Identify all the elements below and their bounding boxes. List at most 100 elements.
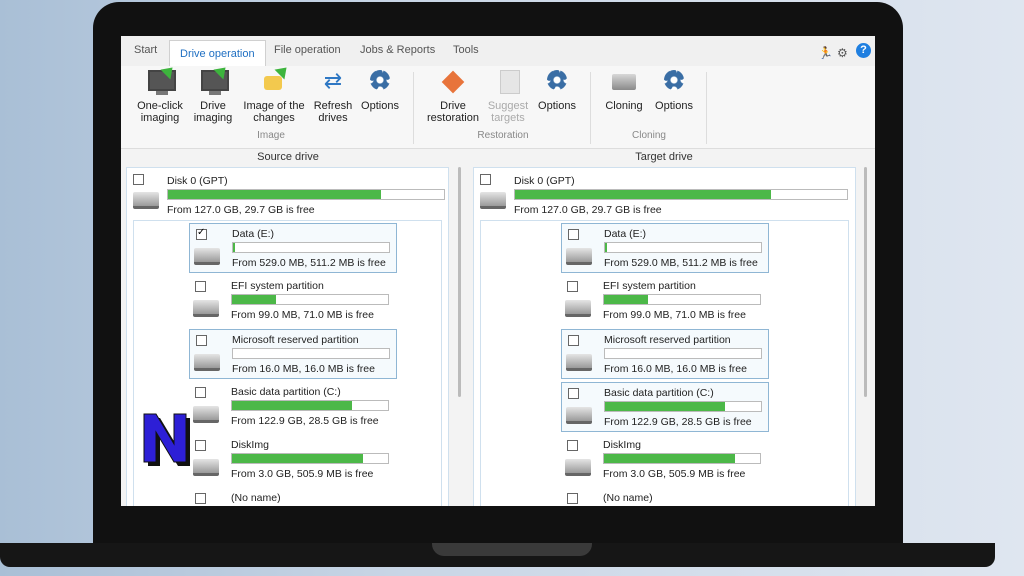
partition-item[interactable]: (No name): [561, 488, 767, 506]
clone-drive-icon: [610, 68, 638, 94]
partition-drive-icon: [193, 406, 219, 423]
gear-icon: [366, 68, 394, 94]
gear-icon: [543, 68, 571, 94]
disk-checkbox[interactable]: [480, 174, 491, 185]
partition-name: Microsoft reserved partition: [604, 334, 731, 346]
suggest-targets-button[interactable]: Suggest targets: [480, 68, 536, 124]
tab-drive-operation[interactable]: Drive operation: [169, 40, 266, 67]
partition-name: Basic data partition (C:): [231, 386, 341, 398]
partition-checkbox[interactable]: [568, 388, 579, 399]
restoration-options-button[interactable]: Options: [529, 68, 585, 112]
divider: [590, 72, 591, 144]
bar-fill: [232, 401, 353, 410]
partition-checkbox[interactable]: [568, 335, 579, 346]
partition-item[interactable]: Microsoft reserved partition From 16.0 MB…: [189, 329, 397, 379]
document-icon: [494, 68, 522, 94]
disk-checkbox[interactable]: [133, 174, 144, 185]
partition-item[interactable]: Basic data partition (C:) From 122.9 GB, …: [561, 382, 769, 432]
tab-tools[interactable]: Tools: [453, 44, 479, 56]
image-options-button[interactable]: Options: [352, 68, 408, 112]
partition-usage-bar: [231, 453, 389, 464]
partition-drive-icon: [565, 300, 591, 317]
disk-name: Disk 0 (GPT): [514, 175, 575, 187]
tab-jobs-reports[interactable]: Jobs & Reports: [360, 44, 435, 56]
disk-usage-bar: [167, 189, 445, 200]
partition-checkbox[interactable]: [568, 229, 579, 240]
partition-checkbox[interactable]: [196, 227, 207, 240]
runner-icon[interactable]: 🏃: [818, 46, 833, 60]
disk-info: From 127.0 GB, 29.7 GB is free: [514, 204, 662, 216]
ribbon: One-click imaging Drive imaging Image of…: [121, 62, 875, 149]
bar-fill: [515, 190, 771, 199]
partition-info: From 16.0 MB, 16.0 MB is free: [232, 363, 375, 375]
target-drive-pane[interactable]: Disk 0 (GPT) From 127.0 GB, 29.7 GB is fr…: [473, 167, 856, 506]
drive-restoration-button[interactable]: Drive restoration: [425, 68, 481, 124]
image-of-changes-button[interactable]: Image of the changes: [241, 62, 307, 124]
tab-start[interactable]: Start: [134, 44, 157, 56]
partition-info: From 529.0 MB, 511.2 MB is free: [232, 257, 386, 269]
partition-usage-bar: [604, 401, 762, 412]
button-label: One-click imaging: [137, 100, 183, 124]
partition-drive-icon: [566, 248, 592, 265]
divider: [706, 72, 707, 144]
partition-usage-bar: [603, 453, 761, 464]
target-scrollbar[interactable]: [864, 167, 867, 397]
drive-imaging-button[interactable]: Drive imaging: [185, 62, 241, 124]
partition-checkbox[interactable]: [567, 440, 578, 451]
partition-item[interactable]: Basic data partition (C:) From 122.9 GB, …: [189, 382, 395, 430]
group-label-cloning: Cloning: [632, 130, 666, 141]
button-label: Refresh drives: [313, 100, 353, 124]
partition-checkbox[interactable]: [567, 281, 578, 292]
partition-name: (No name): [603, 492, 653, 504]
disk-name: Disk 0 (GPT): [167, 175, 228, 187]
bar-fill: [232, 295, 276, 304]
partition-name: EFI system partition: [603, 280, 696, 292]
partition-name: (No name): [231, 492, 281, 504]
n-logo-icon: [143, 413, 190, 466]
partition-usage-bar: [604, 348, 762, 359]
laptop-notch: [432, 543, 592, 556]
partition-checkbox[interactable]: [195, 281, 206, 292]
button-label: Options: [655, 100, 693, 112]
partition-drive-icon: [565, 459, 591, 476]
tab-file-operation[interactable]: File operation: [274, 44, 341, 56]
partition-checkbox[interactable]: [195, 440, 206, 451]
help-icon[interactable]: ?: [856, 43, 871, 58]
partition-checkbox[interactable]: [567, 493, 578, 504]
one-click-imaging-button[interactable]: One-click imaging: [132, 62, 188, 124]
partition-item[interactable]: Microsoft reserved partition From 16.0 MB…: [561, 329, 769, 379]
partition-usage-bar: [603, 294, 761, 305]
partition-name: DiskImg: [231, 439, 269, 451]
partition-info: From 122.9 GB, 28.5 GB is free: [604, 416, 752, 428]
partition-item[interactable]: DiskImg From 3.0 GB, 505.9 MB is free: [561, 435, 767, 483]
settings-icon[interactable]: ⚙: [837, 46, 848, 60]
partition-info: From 99.0 MB, 71.0 MB is free: [603, 309, 746, 321]
partition-info: From 3.0 GB, 505.9 MB is free: [603, 468, 746, 480]
partition-item[interactable]: Data (E:) From 529.0 MB, 511.2 MB is free: [561, 223, 769, 273]
partition-checkbox[interactable]: [196, 335, 207, 346]
partition-item[interactable]: (No name): [189, 488, 395, 506]
partition-name: EFI system partition: [231, 280, 324, 292]
partition-checkbox[interactable]: [195, 387, 206, 398]
source-scrollbar[interactable]: [458, 167, 461, 397]
partition-drive-icon: [193, 459, 219, 476]
partition-drive-icon: [193, 300, 219, 317]
group-label-image: Image: [257, 130, 285, 141]
cloning-options-button[interactable]: Options: [646, 68, 702, 112]
partition-info: From 3.0 GB, 505.9 MB is free: [231, 468, 374, 480]
cloning-button[interactable]: Cloning: [596, 68, 652, 112]
source-drive-title: Source drive: [257, 151, 319, 163]
partition-item[interactable]: EFI system partition From 99.0 MB, 71.0 M…: [189, 276, 395, 324]
partition-item[interactable]: DiskImg From 3.0 GB, 505.9 MB is free: [189, 435, 395, 483]
partition-item[interactable]: Data (E:) From 529.0 MB, 511.2 MB is free: [189, 223, 397, 273]
ribbon-tabs: Start Drive operation File operation Job…: [121, 36, 875, 67]
partition-name: Basic data partition (C:): [604, 387, 714, 399]
partition-info: From 16.0 MB, 16.0 MB is free: [604, 363, 747, 375]
partition-usage-bar: [231, 294, 389, 305]
partition-item[interactable]: EFI system partition From 99.0 MB, 71.0 M…: [561, 276, 767, 324]
partition-info: From 99.0 MB, 71.0 MB is free: [231, 309, 374, 321]
partition-usage-bar: [232, 242, 390, 253]
partition-checkbox[interactable]: [195, 493, 206, 504]
gear-icon: [660, 68, 688, 94]
button-label: Drive restoration: [427, 100, 479, 124]
